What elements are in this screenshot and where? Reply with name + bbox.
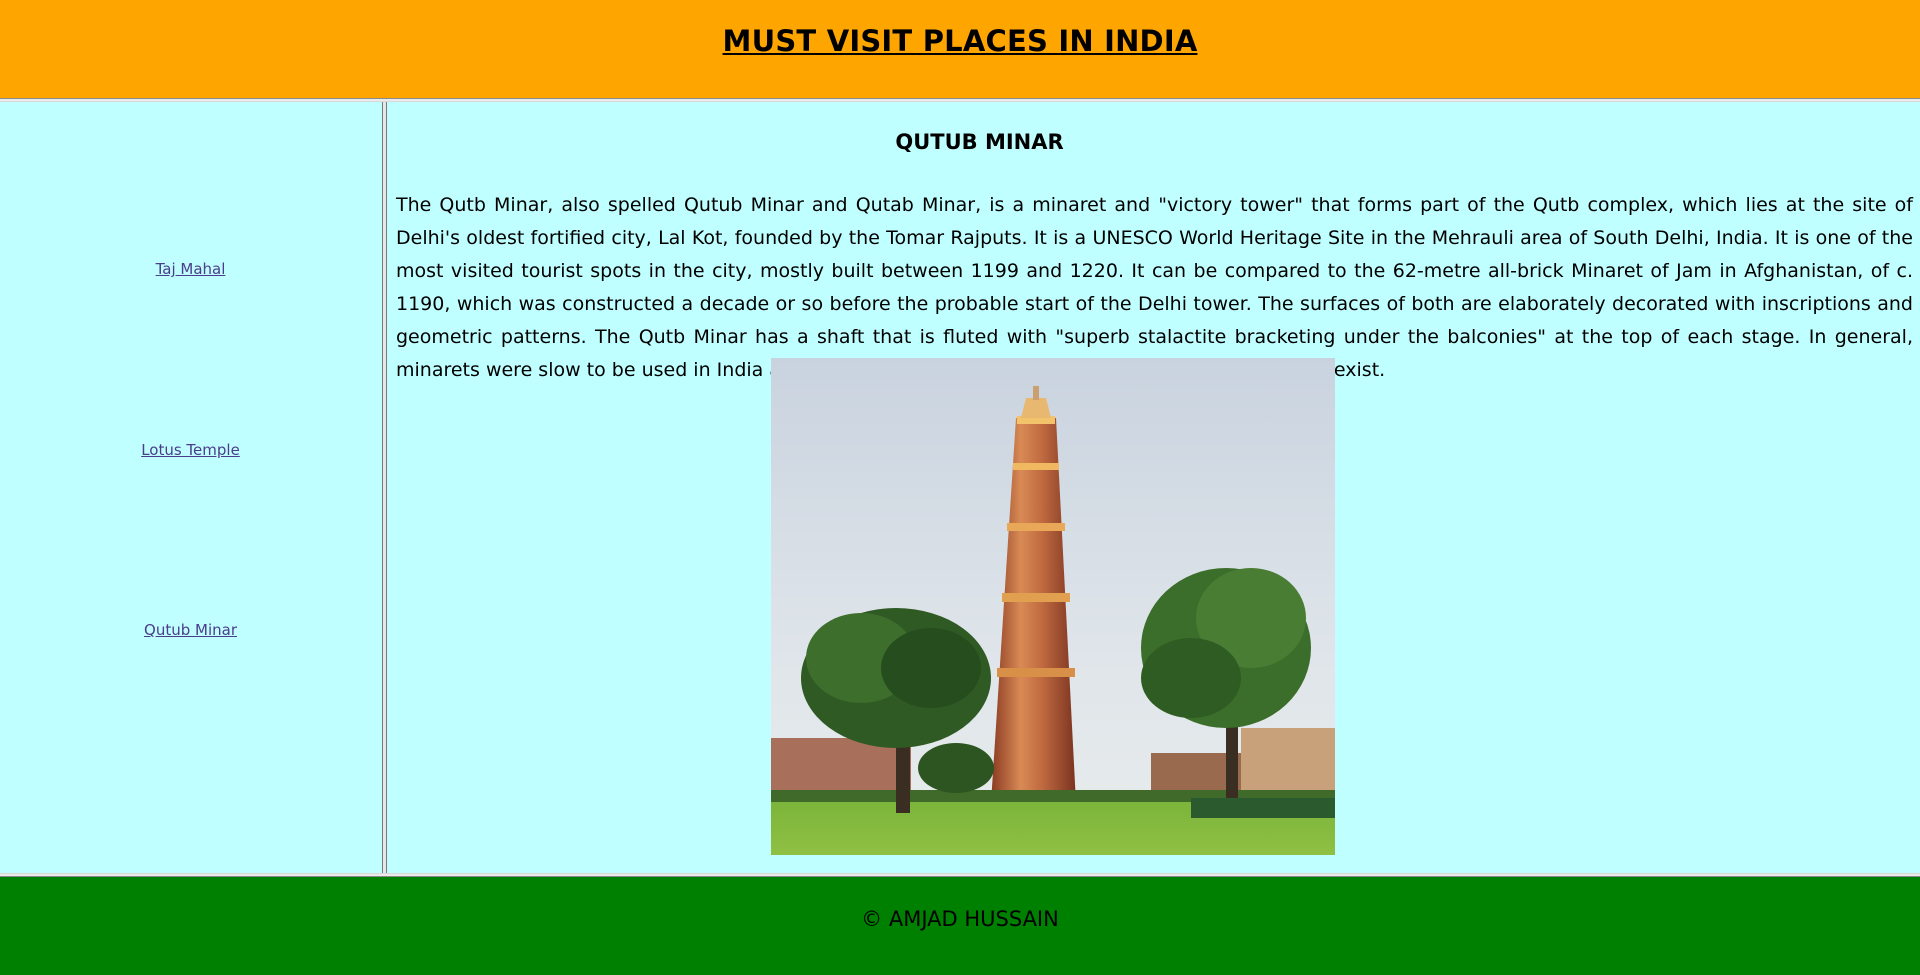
main-content: QUTUB MINAR The Qutb Minar, also spelled… [387,102,1920,873]
sidebar-link-qutub-minar[interactable]: Qutub Minar [0,621,381,639]
sidebar-link-lotus-temple[interactable]: Lotus Temple [0,441,381,459]
page-footer: © AMJAD HUSSAIN [0,877,1920,975]
page-header: MUST VISIT PLACES IN INDIA [0,0,1920,98]
sidebar-nav: Taj Mahal Lotus Temple Qutub Minar [0,102,384,873]
page-title: MUST VISIT PLACES IN INDIA [722,24,1198,58]
sidebar-link-taj-mahal[interactable]: Taj Mahal [0,260,381,278]
section-heading: QUTUB MINAR [895,130,1064,154]
copyright-text: © AMJAD HUSSAIN [861,907,1059,931]
qutub-minar-photo [771,358,1335,855]
